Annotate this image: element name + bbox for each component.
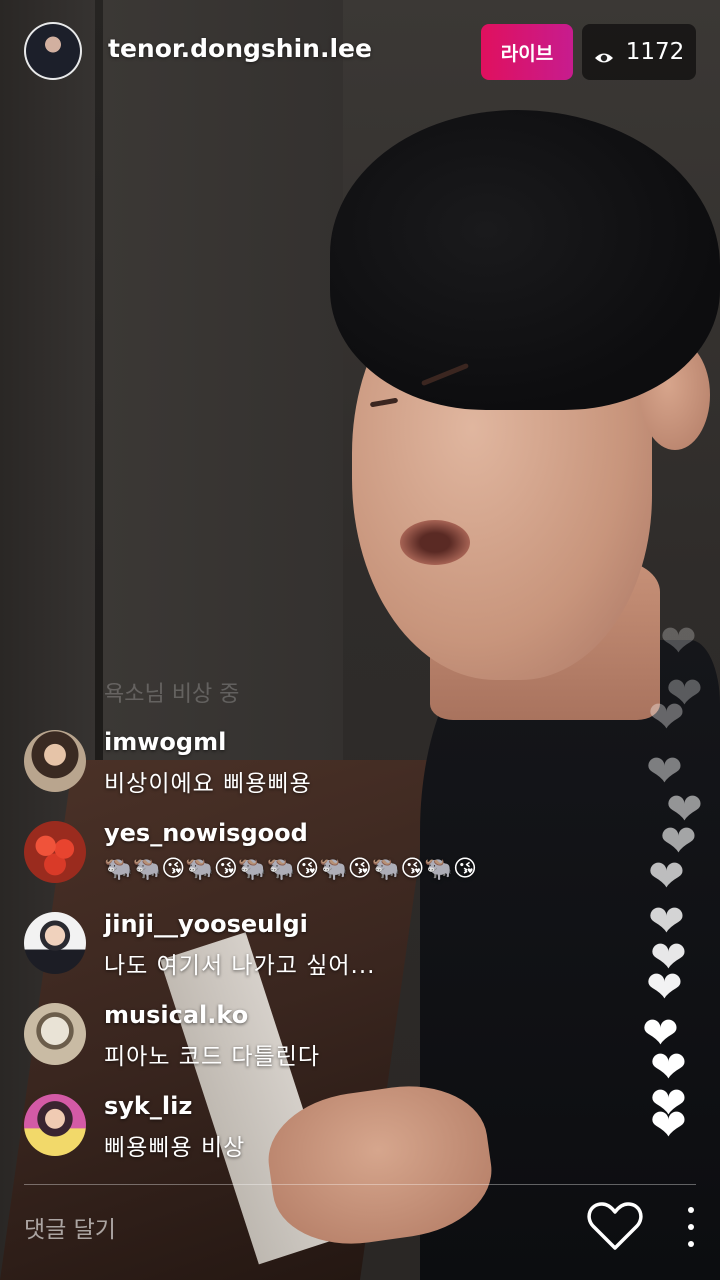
- commenter-username[interactable]: musical.ko: [104, 1001, 248, 1029]
- commenter-avatar[interactable]: [24, 912, 86, 974]
- comment-input[interactable]: 댓글 달기: [24, 1210, 116, 1244]
- commenter-avatar[interactable]: [24, 1094, 86, 1156]
- comment-text: 피아노 코드 다틀린다: [104, 1044, 321, 1070]
- faded-comment: 욕소님 비상 중: [104, 682, 240, 707]
- viewer-count-badge[interactable]: 1172: [582, 24, 696, 80]
- comment-text: 🐃🐃😘🐃😘🐃🐃😘🐃😘🐃😘🐃😘: [104, 856, 477, 882]
- floating-hearts: ❤ ❤ ❤ ❤ ❤ ❤ ❤ ❤ ❤ ❤ ❤ ❤ ❤ ❤: [630, 610, 720, 1150]
- host-avatar[interactable]: [24, 22, 82, 80]
- heart-outline-icon: [587, 1202, 643, 1250]
- live-video-frame: [0, 0, 720, 1280]
- more-dot: [688, 1241, 694, 1247]
- heart-icon: ❤: [650, 1100, 687, 1151]
- heart-icon: ❤: [660, 616, 697, 667]
- viewer-count: 1172: [625, 39, 685, 65]
- comment-text: 비상이에요 삐용삐용: [104, 771, 312, 797]
- more-dot: [688, 1224, 694, 1230]
- heart-icon: ❤: [648, 692, 685, 743]
- performer-hair: [330, 110, 720, 410]
- more-dot: [688, 1207, 694, 1213]
- commenter-username[interactable]: imwogml: [104, 728, 226, 756]
- host-username[interactable]: tenor.dongshin.lee: [108, 34, 372, 63]
- eye-icon: [594, 45, 614, 63]
- performer-mouth: [400, 520, 470, 565]
- comment-text: 나도 여기서 나가고 싶어...: [104, 953, 376, 979]
- live-badge: 라이브: [481, 24, 573, 80]
- live-header: tenor.dongshin.lee 라이브 1172: [0, 0, 720, 100]
- footer-divider: [24, 1184, 696, 1185]
- commenter-avatar[interactable]: [24, 821, 86, 883]
- like-button[interactable]: [586, 1200, 644, 1252]
- commenter-username[interactable]: jinji__yooseulgi: [104, 910, 308, 938]
- comment-text: 삐용삐용 비상: [104, 1135, 246, 1161]
- heart-icon: ❤: [648, 851, 685, 902]
- heart-icon: ❤: [646, 962, 683, 1013]
- commenter-username[interactable]: syk_liz: [104, 1092, 192, 1120]
- commenter-avatar[interactable]: [24, 1003, 86, 1065]
- more-vertical-icon[interactable]: [680, 1207, 702, 1247]
- commenter-username[interactable]: yes_nowisgood: [104, 819, 308, 847]
- commenter-avatar[interactable]: [24, 730, 86, 792]
